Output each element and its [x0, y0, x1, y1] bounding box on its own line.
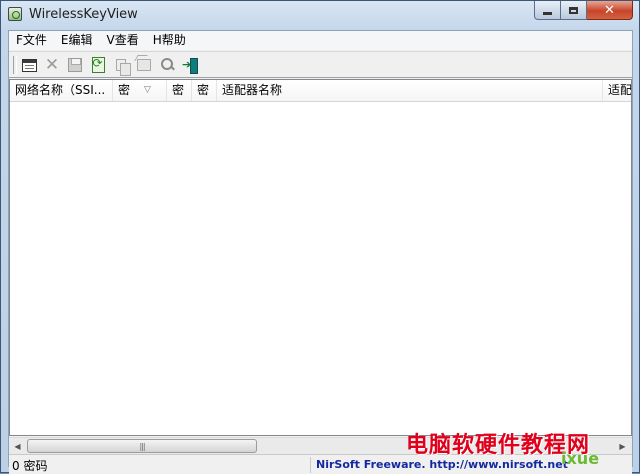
minimize-icon	[543, 12, 552, 15]
minimize-button[interactable]	[534, 1, 561, 20]
menu-edit[interactable]: E编辑	[54, 31, 100, 50]
app-icon[interactable]	[8, 7, 22, 21]
column-key-ascii[interactable]: 密	[192, 80, 217, 101]
menu-help[interactable]: H帮助	[146, 31, 193, 50]
maximize-icon	[569, 6, 578, 14]
nirsoft-link[interactable]: NirSoft Freeware. http://www.nirsoft.net	[316, 458, 568, 471]
toolbar-grip[interactable]	[13, 56, 17, 74]
save-button[interactable]	[65, 55, 85, 75]
delete-icon: ✕	[44, 54, 60, 75]
column-network-name[interactable]: 网络名称（SSI...	[10, 80, 113, 101]
column-key-type-label: 密	[118, 83, 131, 97]
delete-button[interactable]: ✕	[42, 55, 62, 75]
refresh-button[interactable]	[88, 55, 108, 75]
toolbar: ✕	[9, 51, 632, 78]
scrollbar-grip: |||	[139, 441, 145, 451]
copy-icon	[116, 59, 131, 76]
save-icon	[68, 58, 82, 72]
title-bar[interactable]: WirelessKeyView ✕	[1, 1, 639, 29]
maximize-button[interactable]	[561, 1, 587, 20]
menu-file[interactable]: F文件	[9, 31, 54, 50]
client-area: F文件 E编辑 V查看 H帮助 ✕ 网络名称（SSI... 密 ▽ 密	[8, 30, 633, 474]
scroll-left-arrow-icon[interactable]: ◀	[9, 438, 26, 454]
find-icon	[160, 57, 175, 73]
refresh-icon	[91, 56, 105, 73]
menu-bar: F文件 E编辑 V查看 H帮助	[9, 31, 632, 50]
properties-button[interactable]	[19, 55, 39, 75]
properties-icon	[21, 58, 37, 72]
close-icon: ✕	[604, 2, 615, 18]
scroll-right-arrow-icon[interactable]: ▶	[614, 438, 631, 454]
close-button[interactable]: ✕	[587, 1, 633, 20]
column-adapter-name[interactable]: 适配器名称	[217, 80, 603, 101]
site-watermark-sub: ixue	[561, 449, 600, 468]
exit-button[interactable]	[180, 55, 200, 75]
exit-icon	[182, 57, 198, 74]
menu-view[interactable]: V查看	[100, 31, 146, 50]
app-window: WirelessKeyView ✕ F文件 E编辑 V查看 H帮助 ✕ ⟳ ➔ …	[0, 0, 640, 474]
window-title: WirelessKeyView	[29, 7, 138, 22]
find-button[interactable]	[157, 55, 177, 75]
html-report-icon	[137, 59, 151, 71]
column-key-hex[interactable]: 密	[167, 80, 192, 101]
html-report-button[interactable]	[134, 55, 154, 75]
copy-button[interactable]	[111, 55, 131, 76]
scrollbar-thumb[interactable]: |||	[27, 439, 257, 453]
column-key-type[interactable]: 密 ▽	[113, 80, 167, 101]
column-adapter-guid[interactable]: 适配	[603, 80, 631, 101]
list-header: 网络名称（SSI... 密 ▽ 密 密 适配器名称 适配	[10, 80, 631, 102]
status-count: 0 密码	[12, 459, 48, 473]
sort-descending-icon: ▽	[144, 85, 151, 95]
window-controls: ✕	[534, 1, 633, 20]
password-list[interactable]: 网络名称（SSI... 密 ▽ 密 密 适配器名称 适配	[9, 79, 632, 436]
